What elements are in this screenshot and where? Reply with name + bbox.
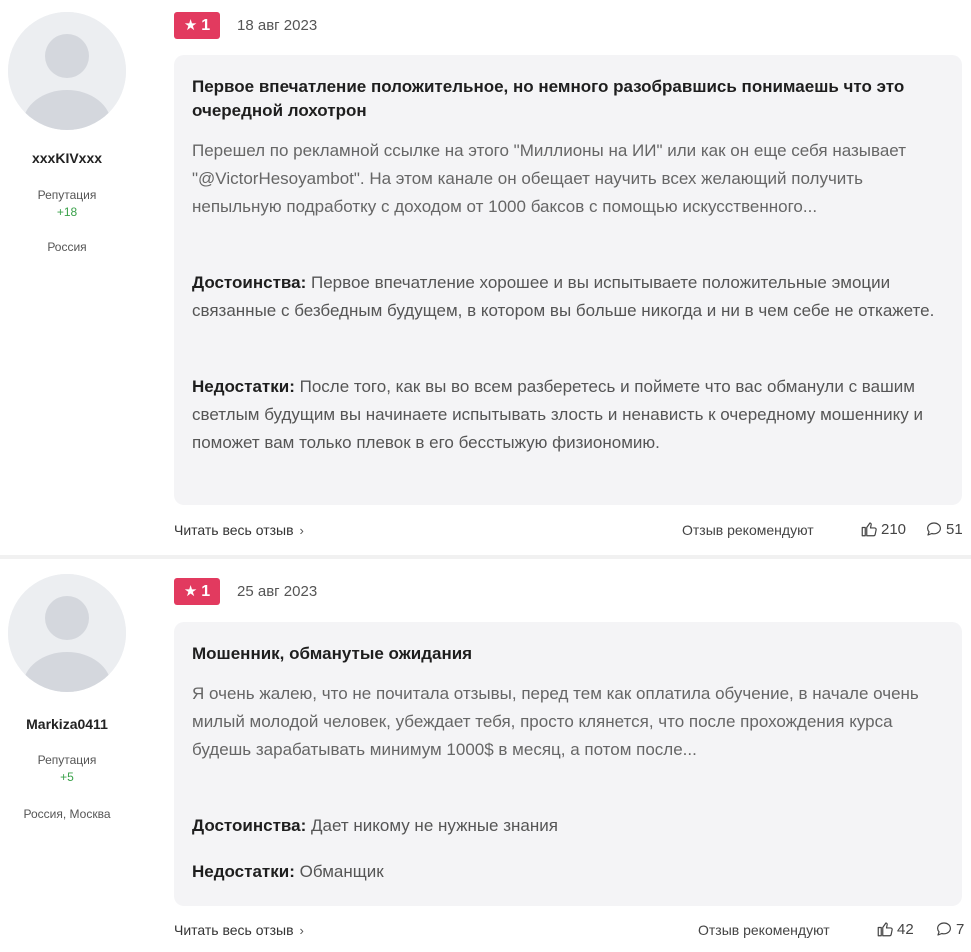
reputation-label: Репутация bbox=[37, 188, 97, 202]
avatar[interactable] bbox=[8, 574, 126, 692]
comment-bubble-icon bbox=[937, 922, 951, 936]
author-location: Россия bbox=[47, 240, 87, 254]
review-card: Мошенник, обманутые ожидания Я очень жал… bbox=[174, 622, 962, 906]
chevron-right-icon: › bbox=[299, 923, 304, 938]
star-icon: ★ bbox=[183, 583, 198, 600]
review-card: Первое впечатление положительное, но нем… bbox=[174, 55, 962, 505]
read-more-label: Читать весь отзыв bbox=[174, 922, 294, 938]
like-button[interactable]: 210 bbox=[860, 520, 906, 538]
rating-value: 1 bbox=[201, 582, 211, 600]
read-more-label: Читать весь отзыв bbox=[174, 522, 294, 538]
pros-label: Достоинства: bbox=[192, 273, 307, 292]
comments-count: 51 bbox=[946, 520, 963, 538]
like-button[interactable]: 42 bbox=[876, 920, 914, 938]
review-item: xxxKIVxxx Репутация +18 Россия ★ 1 18 ав… bbox=[0, 0, 971, 556]
reputation-value: +18 bbox=[56, 205, 78, 219]
thumbs-up-icon bbox=[861, 522, 877, 537]
star-icon: ★ bbox=[183, 17, 198, 34]
review-title[interactable]: Первое впечатление положительное, но нем… bbox=[192, 75, 952, 123]
rating-badge: ★ 1 bbox=[174, 12, 220, 39]
review-cons: Недостатки: После того, как вы во всем р… bbox=[192, 373, 952, 457]
chevron-right-icon: › bbox=[299, 523, 304, 538]
review-pros: Достоинства: Первое впечатление хорошее … bbox=[192, 269, 952, 325]
rating-badge: ★ 1 bbox=[174, 578, 220, 605]
review-date: 18 авг 2023 bbox=[237, 17, 318, 34]
cons-label: Недостатки: bbox=[192, 377, 295, 396]
cons-label: Недостатки: bbox=[192, 862, 295, 881]
avatar[interactable] bbox=[8, 12, 126, 130]
author-name[interactable]: Markiza0411 bbox=[0, 716, 134, 732]
review-date: 25 авг 2023 bbox=[237, 583, 318, 600]
recommend-label: Отзыв рекомендуют bbox=[698, 922, 830, 938]
pros-text: Дает никому не нужные знания bbox=[311, 816, 558, 835]
read-full-review-link[interactable]: Читать весь отзыв › bbox=[174, 922, 304, 938]
likes-count: 42 bbox=[897, 920, 914, 938]
default-user-avatar-icon bbox=[8, 12, 126, 130]
review-cons: Недостатки: Обманщик bbox=[192, 858, 952, 886]
likes-count: 210 bbox=[881, 520, 907, 538]
default-user-avatar-icon bbox=[8, 574, 126, 692]
comments-button[interactable]: 7 bbox=[935, 920, 964, 938]
reputation-value: +5 bbox=[60, 770, 74, 784]
review-title[interactable]: Мошенник, обманутые ожидания bbox=[192, 642, 952, 666]
review-text: Я очень жалею, что не почитала отзывы, п… bbox=[192, 684, 919, 759]
thumbs-up-icon bbox=[877, 922, 893, 937]
comments-button[interactable]: 51 bbox=[925, 520, 963, 538]
review-pros: Достоинства: Дает никому не нужные знани… bbox=[192, 812, 952, 840]
review-item: Markiza0411 Репутация +5 Россия, Москва … bbox=[0, 558, 971, 952]
read-full-review-link[interactable]: Читать весь отзыв › bbox=[174, 522, 304, 538]
reputation-label: Репутация bbox=[37, 753, 97, 767]
cons-text: После того, как вы во всем разберетесь и… bbox=[192, 377, 923, 452]
comments-count: 7 bbox=[956, 920, 965, 938]
cons-text: Обманщик bbox=[299, 862, 384, 881]
review-text: Перешел по рекламной ссылке на этого "Ми… bbox=[192, 141, 906, 216]
comment-bubble-icon bbox=[927, 522, 941, 536]
rating-value: 1 bbox=[201, 16, 211, 34]
author-name[interactable]: xxxKIVxxx bbox=[0, 150, 134, 166]
author-location: Россия, Москва bbox=[23, 807, 111, 821]
recommend-label: Отзыв рекомендуют bbox=[682, 522, 814, 538]
pros-label: Достоинства: bbox=[192, 816, 307, 835]
